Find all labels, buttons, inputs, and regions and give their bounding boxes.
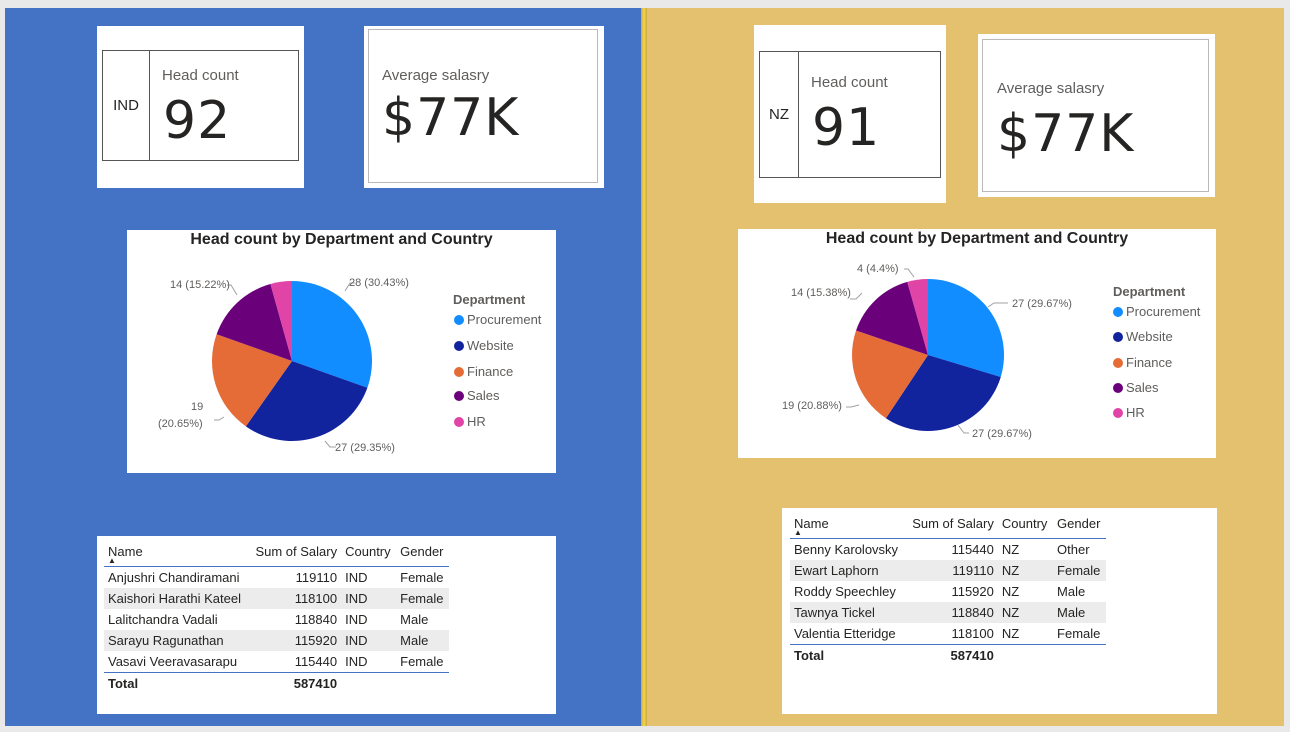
legend-dot-icon bbox=[1113, 407, 1123, 418]
table-total-row: Total 587410 bbox=[104, 672, 449, 694]
table-row[interactable]: Sarayu Ragunathan 115920 IND Male bbox=[104, 630, 449, 651]
ind-slice-label-finance-count: 19 bbox=[191, 401, 203, 413]
ind-slice-label-finance-pct: (20.65%) bbox=[158, 418, 203, 430]
ind-table-card[interactable]: Name ▲ Sum of Salary Country Gender Anjus… bbox=[97, 536, 556, 714]
legend-dot-icon bbox=[1113, 357, 1123, 368]
table-row[interactable]: Lalitchandra Vadali 118840 IND Male bbox=[104, 609, 449, 630]
legend-dot-icon bbox=[1113, 306, 1123, 317]
ind-legend-finance[interactable]: Finance bbox=[454, 364, 513, 379]
table-row[interactable]: Roddy Speechley 115920 NZ Male bbox=[790, 581, 1106, 602]
nz-col-name[interactable]: Name ▲ bbox=[790, 516, 905, 539]
nz-country-code: NZ bbox=[760, 52, 799, 177]
ind-head-count-card[interactable]: IND Head count 92 bbox=[97, 26, 304, 188]
ind-head-count-box: IND Head count 92 bbox=[102, 50, 299, 161]
ind-legend-sales[interactable]: Sales bbox=[454, 388, 500, 403]
ind-avg-salary-label: Average salasry bbox=[382, 67, 490, 84]
legend-dot-icon bbox=[454, 366, 464, 377]
ind-pie-chart-card[interactable]: Head count by Department and Country 28 … bbox=[127, 230, 556, 473]
nz-legend-website[interactable]: Website bbox=[1113, 329, 1173, 344]
nz-col-country[interactable]: Country bbox=[998, 516, 1053, 539]
nz-legend-hr[interactable]: HR bbox=[1113, 405, 1145, 420]
ind-slice-label-sales: 14 (15.22%) bbox=[170, 279, 230, 291]
ind-col-gender[interactable]: Gender bbox=[396, 544, 449, 567]
nz-slice-label-website: 27 (29.67%) bbox=[972, 428, 1032, 440]
table-row[interactable]: Valentia Etteridge 118100 NZ Female bbox=[790, 623, 1106, 645]
table-row[interactable]: Kaishori Harathi Kateel 118100 IND Female bbox=[104, 588, 449, 609]
ind-avg-salary-value: $77K bbox=[382, 88, 520, 148]
ind-avg-salary-card[interactable]: Average salasry $77K bbox=[364, 26, 604, 188]
nz-panel: NZ Head count 91 Average salasry $77K He… bbox=[647, 8, 1284, 726]
ind-avg-salary-box: Average salasry $77K bbox=[368, 29, 598, 183]
nz-slice-label-hr: 4 (4.4%) bbox=[857, 263, 899, 275]
ind-head-count-label: Head count bbox=[162, 67, 239, 84]
nz-slice-label-sales: 14 (15.38%) bbox=[791, 287, 851, 299]
nz-legend-title: Department bbox=[1113, 284, 1186, 299]
ind-col-name[interactable]: Name ▲ bbox=[104, 544, 249, 567]
legend-dot-icon bbox=[1113, 331, 1123, 342]
nz-legend-finance[interactable]: Finance bbox=[1113, 355, 1172, 370]
legend-dot-icon bbox=[454, 340, 464, 351]
nz-avg-salary-value: $77K bbox=[997, 104, 1135, 164]
table-row[interactable]: Anjushri Chandiramani 119110 IND Female bbox=[104, 567, 449, 589]
nz-col-gender[interactable]: Gender bbox=[1053, 516, 1106, 539]
table-row[interactable]: Tawnya Tickel 118840 NZ Male bbox=[790, 602, 1106, 623]
nz-legend-sales[interactable]: Sales bbox=[1113, 380, 1159, 395]
nz-head-count-label: Head count bbox=[811, 74, 888, 91]
nz-slice-label-finance: 19 (20.88%) bbox=[782, 400, 842, 412]
ind-legend-website[interactable]: Website bbox=[454, 338, 514, 353]
ind-country-code: IND bbox=[103, 51, 150, 160]
nz-pie-chart-card[interactable]: Head count by Department and Country 27 … bbox=[738, 229, 1216, 458]
nz-col-salary[interactable]: Sum of Salary bbox=[905, 516, 997, 539]
nz-salary-table: Name ▲ Sum of Salary Country Gender Benny… bbox=[790, 516, 1106, 666]
nz-avg-salary-card[interactable]: Average salasry $77K bbox=[978, 34, 1215, 197]
nz-legend-procurement[interactable]: Procurement bbox=[1113, 304, 1200, 319]
ind-col-country[interactable]: Country bbox=[341, 544, 396, 567]
ind-panel: IND Head count 92 Average salasry $77K H… bbox=[5, 8, 641, 726]
legend-dot-icon bbox=[454, 416, 464, 427]
legend-dot-icon bbox=[454, 314, 464, 325]
ind-legend-procurement[interactable]: Procurement bbox=[454, 312, 541, 327]
nz-head-count-box: NZ Head count 91 bbox=[759, 51, 941, 178]
legend-dot-icon bbox=[454, 390, 464, 401]
nz-slice-label-procurement: 27 (29.67%) bbox=[1012, 298, 1072, 310]
ind-col-salary[interactable]: Sum of Salary bbox=[249, 544, 341, 567]
table-row[interactable]: Vasavi Veeravasarapu 115440 IND Female bbox=[104, 651, 449, 673]
nz-avg-salary-box: Average salasry $77K bbox=[982, 39, 1209, 192]
ind-salary-table: Name ▲ Sum of Salary Country Gender Anjus… bbox=[104, 544, 449, 694]
table-row[interactable]: Benny Karolovsky 115440 NZ Other bbox=[790, 539, 1106, 561]
ind-legend-hr[interactable]: HR bbox=[454, 414, 486, 429]
nz-table-card[interactable]: Name ▲ Sum of Salary Country Gender Benny… bbox=[782, 508, 1217, 714]
table-row[interactable]: Ewart Laphorn 119110 NZ Female bbox=[790, 560, 1106, 581]
legend-dot-icon bbox=[1113, 382, 1123, 393]
nz-avg-salary-label: Average salasry bbox=[997, 80, 1105, 97]
nz-head-count-value: 91 bbox=[812, 98, 881, 158]
ind-slice-label-procurement: 28 (30.43%) bbox=[349, 277, 409, 289]
ind-legend-title: Department bbox=[453, 292, 526, 307]
nz-head-count-card[interactable]: NZ Head count 91 bbox=[754, 25, 946, 203]
table-total-row: Total 587410 bbox=[790, 644, 1106, 666]
ind-slice-label-website: 27 (29.35%) bbox=[335, 442, 395, 454]
ind-head-count-value: 92 bbox=[163, 91, 232, 151]
